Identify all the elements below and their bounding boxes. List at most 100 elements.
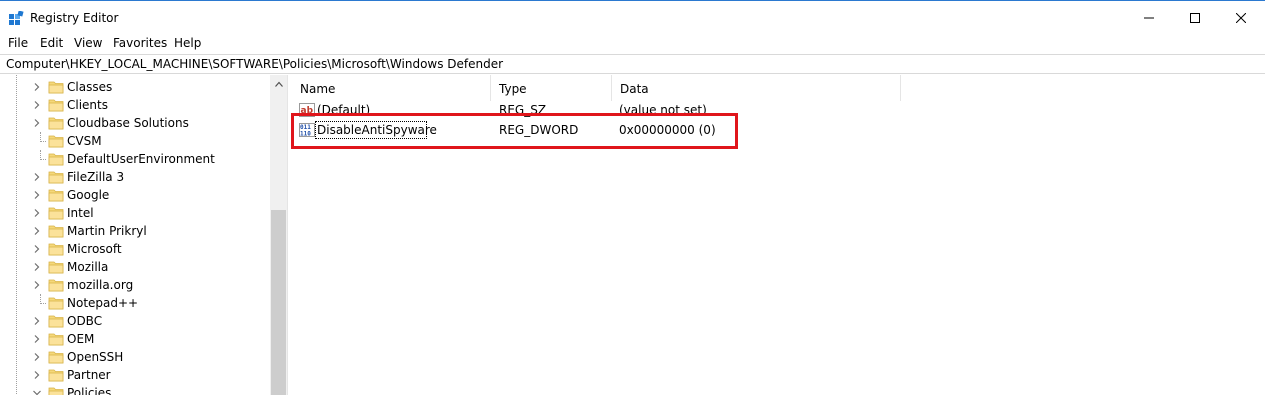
- folder-icon: [48, 99, 64, 112]
- chevron-right-icon[interactable]: [32, 208, 42, 218]
- tree-scrollbar[interactable]: [270, 75, 287, 395]
- folder-icon: [48, 81, 64, 94]
- folder-icon: [48, 369, 64, 382]
- tree-item-google[interactable]: Google: [0, 186, 270, 204]
- value-name: DisableAntiSpyware: [317, 123, 437, 137]
- menu-favorites[interactable]: Favorites: [113, 36, 167, 50]
- value-name: (Default): [317, 103, 371, 117]
- folder-icon: [48, 351, 64, 364]
- tree-item-mozilla-org[interactable]: mozilla.org: [0, 276, 270, 294]
- tree-item-label: DefaultUserEnvironment: [67, 152, 215, 166]
- tree-item-label: Clients: [67, 98, 108, 112]
- address-path[interactable]: Computer\HKEY_LOCAL_MACHINE\SOFTWARE\Pol…: [6, 57, 503, 71]
- tree-item-label: Martin Prikryl: [67, 224, 147, 238]
- chevron-right-icon[interactable]: [32, 280, 42, 290]
- chevron-right-icon[interactable]: [32, 118, 42, 128]
- tree-item-label: ODBC: [67, 314, 103, 328]
- menu-file[interactable]: File: [8, 36, 28, 50]
- tree-item-label: Notepad++: [67, 296, 139, 310]
- tree-item-mozilla[interactable]: Mozilla: [0, 258, 270, 276]
- minimize-button[interactable]: [1126, 2, 1172, 34]
- scroll-up-button[interactable]: [270, 75, 287, 92]
- binary-value-icon: 011 110: [299, 123, 315, 138]
- column-header-type[interactable]: Type: [491, 75, 611, 101]
- tree-item-label: Policies: [67, 386, 112, 395]
- maximize-button[interactable]: [1172, 2, 1218, 34]
- window-title: Registry Editor: [30, 11, 119, 25]
- tree-item-policies[interactable]: Policies: [0, 384, 270, 395]
- folder-icon: [48, 315, 64, 328]
- menu-view[interactable]: View: [74, 36, 102, 50]
- tree-connector: [40, 294, 46, 304]
- chevron-right-icon[interactable]: [32, 262, 42, 272]
- tree-item-microsoft[interactable]: Microsoft: [0, 240, 270, 258]
- values-list[interactable]: Name Type Data ab (Default) REG_SZ (valu…: [292, 75, 1265, 395]
- tree-item-label: mozilla.org: [67, 278, 134, 292]
- tree-item-odbc[interactable]: ODBC: [0, 312, 270, 330]
- value-row-default[interactable]: ab (Default) REG_SZ (value not set): [292, 100, 892, 120]
- chevron-right-icon[interactable]: [32, 100, 42, 110]
- chevron-up-icon: [274, 81, 283, 87]
- folder-icon: [48, 135, 64, 148]
- chevron-right-icon[interactable]: [32, 334, 42, 344]
- folder-icon: [48, 297, 64, 310]
- maximize-icon: [1190, 13, 1200, 23]
- value-type: REG_SZ: [499, 103, 547, 117]
- tree-item-intel[interactable]: Intel: [0, 204, 270, 222]
- address-bar[interactable]: Computer\HKEY_LOCAL_MACHINE\SOFTWARE\Pol…: [0, 54, 1265, 74]
- tree-item-oem[interactable]: OEM: [0, 330, 270, 348]
- folder-icon: [48, 153, 64, 166]
- close-button[interactable]: [1218, 2, 1264, 34]
- registry-editor-window: Registry Editor File Edit View Favorites…: [0, 0, 1265, 395]
- menu-bar: File Edit View Favorites Help: [0, 34, 1265, 54]
- column-header-data[interactable]: Data: [612, 75, 900, 101]
- tree-item-notepad-[interactable]: Notepad++: [0, 294, 270, 312]
- title-bar[interactable]: Registry Editor: [0, 2, 1265, 34]
- tree-item-label: Microsoft: [67, 242, 122, 256]
- tree-item-martin-prikryl[interactable]: Martin Prikryl: [0, 222, 270, 240]
- tree-item-clients[interactable]: Clients: [0, 96, 270, 114]
- registry-editor-icon: [9, 11, 24, 25]
- chevron-right-icon[interactable]: [32, 226, 42, 236]
- tree-item-openssh[interactable]: OpenSSH: [0, 348, 270, 366]
- chevron-right-icon[interactable]: [32, 370, 42, 380]
- tree-item-label: Google: [67, 188, 110, 202]
- key-tree[interactable]: Classes Clients Cloudbase Solutions CVSM Def…: [0, 75, 287, 395]
- chevron-right-icon[interactable]: [32, 82, 42, 92]
- tree-item-label: Intel: [67, 206, 94, 220]
- tree-item-label: Cloudbase Solutions: [67, 116, 189, 130]
- folder-icon: [48, 333, 64, 346]
- chevron-right-icon[interactable]: [32, 316, 42, 326]
- tree-connector: [40, 132, 46, 142]
- tree-item-label: OEM: [67, 332, 95, 346]
- column-header-type-label: Type: [499, 82, 527, 96]
- tree-item-label: Classes: [67, 80, 113, 94]
- tree-item-cvsm[interactable]: CVSM: [0, 132, 270, 150]
- folder-icon: [48, 225, 64, 238]
- menu-help[interactable]: Help: [174, 36, 201, 50]
- column-separator[interactable]: [900, 75, 901, 101]
- tree-item-partner[interactable]: Partner: [0, 366, 270, 384]
- folder-icon: [48, 261, 64, 274]
- folder-icon: [48, 189, 64, 202]
- scroll-thumb[interactable]: [271, 210, 286, 395]
- value-data: (value not set): [619, 103, 707, 117]
- chevron-right-icon[interactable]: [32, 172, 42, 182]
- tree-item-defaultuserenvironment[interactable]: DefaultUserEnvironment: [0, 150, 270, 168]
- column-header-data-label: Data: [620, 82, 649, 96]
- folder-icon: [48, 117, 64, 130]
- chevron-right-icon[interactable]: [32, 190, 42, 200]
- column-header-name[interactable]: Name: [292, 75, 490, 101]
- chevron-right-icon[interactable]: [32, 244, 42, 254]
- folder-icon: [48, 279, 64, 292]
- tree-item-classes[interactable]: Classes: [0, 78, 270, 96]
- menu-edit[interactable]: Edit: [40, 36, 63, 50]
- tree-item-cloudbase-solutions[interactable]: Cloudbase Solutions: [0, 114, 270, 132]
- chevron-down-icon[interactable]: [32, 388, 42, 395]
- svg-text:110: 110: [300, 131, 311, 138]
- tree-item-label: FileZilla 3: [67, 170, 125, 184]
- value-row-disableantispyware[interactable]: 011 110 DisableAntiSpyware REG_DWORD 0x0…: [292, 120, 892, 140]
- tree-item-label: OpenSSH: [67, 350, 124, 364]
- chevron-right-icon[interactable]: [32, 352, 42, 362]
- tree-item-filezilla-3[interactable]: FileZilla 3: [0, 168, 270, 186]
